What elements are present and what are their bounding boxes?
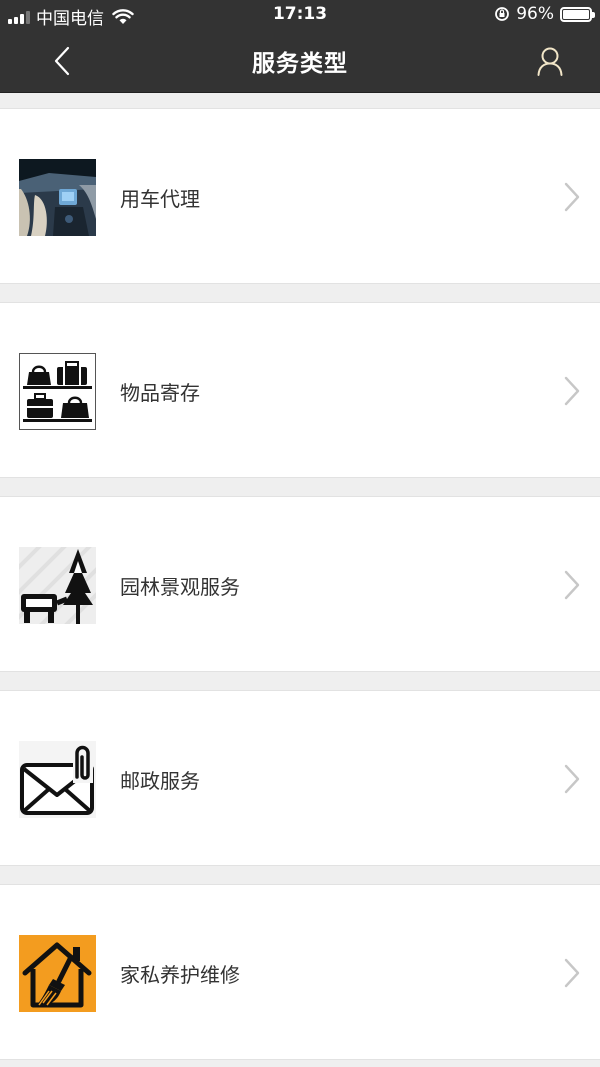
service-type-screen: 中国电信 17:13 96% 服务类型 用车代理 物品寄存 园林景观服务 邮政服… (0, 0, 600, 1067)
service-label: 物品寄存 (120, 381, 200, 405)
chevron-right-icon (564, 764, 580, 794)
service-label: 园林景观服务 (120, 575, 240, 599)
rotation-lock-icon (495, 7, 510, 21)
house-broom-icon (19, 935, 96, 1012)
chevron-right-icon (564, 958, 580, 988)
user-icon (537, 47, 563, 76)
mail-envelope-icon (19, 741, 96, 818)
status-bar: 中国电信 17:13 96% (0, 0, 600, 30)
chevron-right-icon (564, 570, 580, 600)
chevron-right-icon (564, 182, 580, 212)
service-item-postal[interactable]: 邮政服务 (0, 690, 600, 866)
car-interior-thumb (19, 159, 96, 236)
page-title: 服务类型 (252, 51, 348, 77)
battery-percent: 96% (516, 4, 554, 24)
user-button[interactable] (530, 42, 570, 80)
service-item-storage[interactable]: 物品寄存 (0, 302, 600, 478)
service-label: 家私养护维修 (120, 963, 240, 987)
service-list: 用车代理 物品寄存 园林景观服务 邮政服务 家私养护维修 (0, 108, 600, 1067)
service-label: 邮政服务 (120, 769, 200, 793)
luggage-storage-icon (19, 353, 96, 430)
service-item-landscape[interactable]: 园林景观服务 (0, 496, 600, 672)
chevron-right-icon (564, 376, 580, 406)
landscape-bench-tree-icon (19, 547, 96, 624)
service-item-car-agency[interactable]: 用车代理 (0, 108, 600, 284)
nav-bar: 服务类型 (0, 30, 600, 92)
service-label: 用车代理 (120, 187, 200, 211)
service-item-furniture-care[interactable]: 家私养护维修 (0, 884, 600, 1060)
battery-icon (560, 6, 595, 22)
top-bar: 中国电信 17:13 96% 服务类型 (0, 0, 600, 93)
status-right: 96% (494, 4, 595, 24)
